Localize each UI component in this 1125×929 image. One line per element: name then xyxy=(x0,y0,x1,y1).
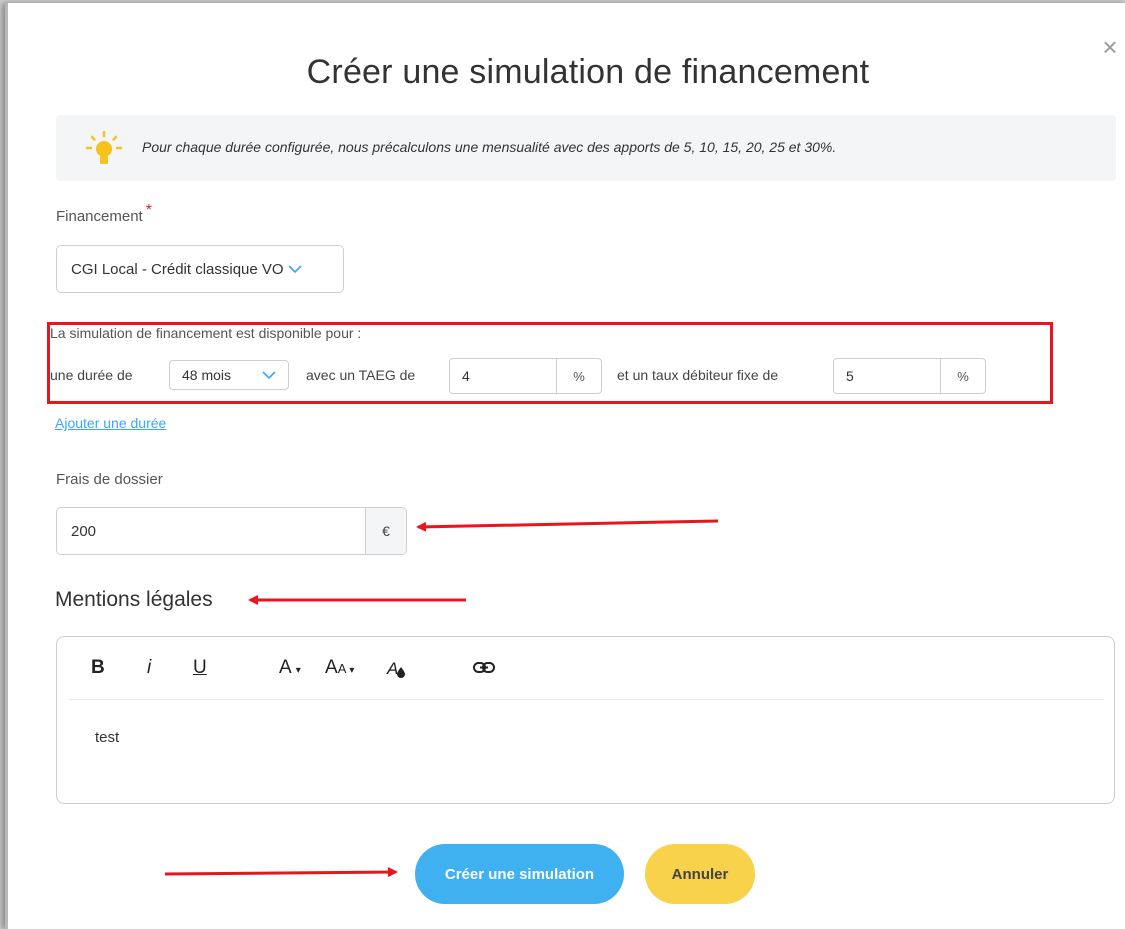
financement-selected: CGI Local - Crédit classique VO xyxy=(71,260,284,278)
editor-content[interactable]: test xyxy=(95,729,119,746)
duree-prefix: une durée de xyxy=(50,367,133,383)
taeg-value: 4 xyxy=(462,368,470,384)
link-icon[interactable] xyxy=(472,657,496,685)
modal-title: Créer une simulation de financement xyxy=(306,53,870,91)
financement-label: Financement * xyxy=(56,202,152,226)
editor-toolbar: B i U A ▾ AA ▾ A xyxy=(69,637,1103,700)
mentions-title: Mentions légales xyxy=(55,588,213,611)
font-glyph: A xyxy=(279,657,292,678)
financement-label-text: Financement xyxy=(56,208,143,225)
frais-input[interactable]: 200 € xyxy=(56,507,407,555)
info-banner: Pour chaque durée configurée, nous préca… xyxy=(56,115,1116,181)
italic-button[interactable]: i xyxy=(147,657,151,679)
add-duration-link[interactable]: Ajouter une durée xyxy=(55,415,166,431)
euro-unit: € xyxy=(365,508,406,554)
size-small-glyph: A xyxy=(337,661,347,676)
taux-value: 5 xyxy=(846,368,854,384)
required-mark: * xyxy=(145,202,152,219)
taeg-label: avec un TAEG de xyxy=(306,367,416,383)
duree-value: 48 mois xyxy=(182,367,232,383)
size-glyph: A xyxy=(325,657,338,678)
percent-unit: % xyxy=(556,359,601,393)
lightbulb-icon xyxy=(85,130,123,164)
bold-button[interactable]: B xyxy=(91,657,105,679)
chevron-down-icon xyxy=(288,262,302,277)
chevron-down-icon xyxy=(262,368,276,383)
info-text: Pour chaque durée configurée, nous préca… xyxy=(142,139,837,155)
taeg-input[interactable]: 4 % xyxy=(449,358,602,394)
cancel-button[interactable]: Annuler xyxy=(645,844,755,904)
financement-select[interactable]: CGI Local - Crédit classique VO xyxy=(56,245,344,293)
frais-label: Frais de dossier xyxy=(56,471,163,488)
create-simulation-button[interactable]: Créer une simulation xyxy=(415,844,624,904)
rich-text-editor[interactable]: B i U A ▾ AA ▾ A test xyxy=(56,636,1115,804)
font-size-button[interactable]: AA ▾ xyxy=(325,657,354,679)
font-family-button[interactable]: A ▾ xyxy=(279,657,301,679)
taux-input[interactable]: 5 % xyxy=(833,358,986,394)
simulation-modal: × Créer une simulation de financement Po… xyxy=(5,3,1125,929)
frais-value: 200 xyxy=(71,522,97,540)
caret-icon: ▾ xyxy=(295,665,301,676)
duree-select[interactable]: 48 mois xyxy=(169,360,289,390)
taux-label: et un taux débiteur fixe de xyxy=(617,367,779,383)
svg-text:A: A xyxy=(386,659,398,678)
caret-icon: ▾ xyxy=(349,665,355,676)
simulation-intro: La simulation de financement est disponi… xyxy=(50,325,362,341)
underline-button[interactable]: U xyxy=(193,657,207,679)
text-color-icon[interactable]: A xyxy=(386,657,408,685)
percent-unit: % xyxy=(940,359,985,393)
